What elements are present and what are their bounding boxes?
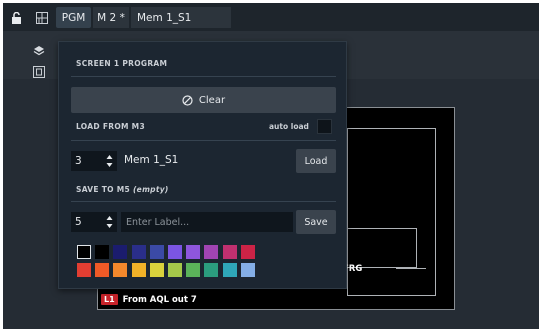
- color-swatch[interactable]: [131, 245, 146, 259]
- auto-load-checkbox[interactable]: [317, 119, 332, 134]
- load-button[interactable]: Load: [296, 149, 336, 173]
- color-swatch[interactable]: [149, 263, 164, 277]
- color-swatch[interactable]: [186, 263, 201, 277]
- memory-name-field[interactable]: Mem 1_S1: [131, 7, 231, 28]
- load-number-value: 3: [75, 155, 82, 167]
- color-swatch[interactable]: [240, 245, 255, 259]
- load-title: LOAD FROM M3: [76, 122, 145, 131]
- color-swatch[interactable]: [222, 245, 237, 259]
- color-swatch[interactable]: [149, 245, 164, 259]
- color-swatch[interactable]: [95, 263, 110, 277]
- color-swatch[interactable]: [95, 245, 110, 259]
- save-title: SAVE TO M5 (empty): [76, 185, 169, 194]
- save-title-text: SAVE TO M5: [76, 185, 131, 194]
- color-swatch[interactable]: [113, 263, 128, 277]
- divider: [71, 140, 336, 141]
- pgm-button[interactable]: PGM: [56, 7, 91, 28]
- app-window: PGM M 2 * Mem 1_S1 FRG L1 From AQL out 7…: [3, 3, 539, 329]
- program-popup: SCREEN 1 PROGRAM Clear LOAD FROM M3 auto…: [58, 41, 347, 289]
- save-title-note: (empty): [132, 185, 169, 194]
- screen-icon[interactable]: [33, 63, 45, 78]
- color-swatch[interactable]: [168, 263, 182, 277]
- color-swatch[interactable]: [77, 263, 91, 277]
- clear-icon: [182, 94, 193, 106]
- load-memory-name: Mem 1_S1: [124, 154, 179, 166]
- stepper-icon[interactable]: [106, 215, 113, 229]
- save-number-stepper[interactable]: 5: [71, 212, 117, 232]
- layers-icon[interactable]: [33, 42, 45, 56]
- top-toolbar: PGM M 2 * Mem 1_S1: [3, 3, 539, 31]
- label-input[interactable]: [121, 212, 293, 232]
- color-swatch[interactable]: [113, 245, 128, 259]
- divider: [71, 201, 336, 202]
- color-swatch[interactable]: [77, 245, 91, 259]
- divider: [71, 76, 336, 77]
- color-swatch[interactable]: [204, 245, 219, 259]
- source-badge: L1 From AQL out 7: [101, 294, 197, 305]
- layout-grid-icon[interactable]: [33, 7, 50, 28]
- color-swatch[interactable]: [186, 245, 201, 259]
- auto-load-label: auto load: [269, 122, 309, 131]
- lock-icon[interactable]: [8, 7, 25, 28]
- source-text: From AQL out 7: [122, 294, 197, 305]
- load-number-stepper[interactable]: 3: [71, 151, 117, 171]
- screen-program-title: SCREEN 1 PROGRAM: [76, 59, 168, 68]
- memory-slot-button[interactable]: M 2 *: [93, 7, 129, 28]
- color-swatch[interactable]: [131, 263, 146, 277]
- color-swatch[interactable]: [168, 245, 182, 259]
- color-swatch[interactable]: [240, 263, 255, 277]
- save-button[interactable]: Save: [296, 210, 336, 234]
- color-swatch[interactable]: [204, 263, 219, 277]
- save-number-value: 5: [75, 216, 82, 228]
- source-tag: L1: [101, 294, 118, 305]
- color-swatch[interactable]: [222, 263, 237, 277]
- stepper-icon[interactable]: [106, 154, 113, 168]
- clear-label: Clear: [198, 94, 226, 106]
- layer-outline-inner: [347, 228, 417, 268]
- layer-connector: [396, 268, 426, 269]
- clear-button[interactable]: Clear: [71, 87, 336, 113]
